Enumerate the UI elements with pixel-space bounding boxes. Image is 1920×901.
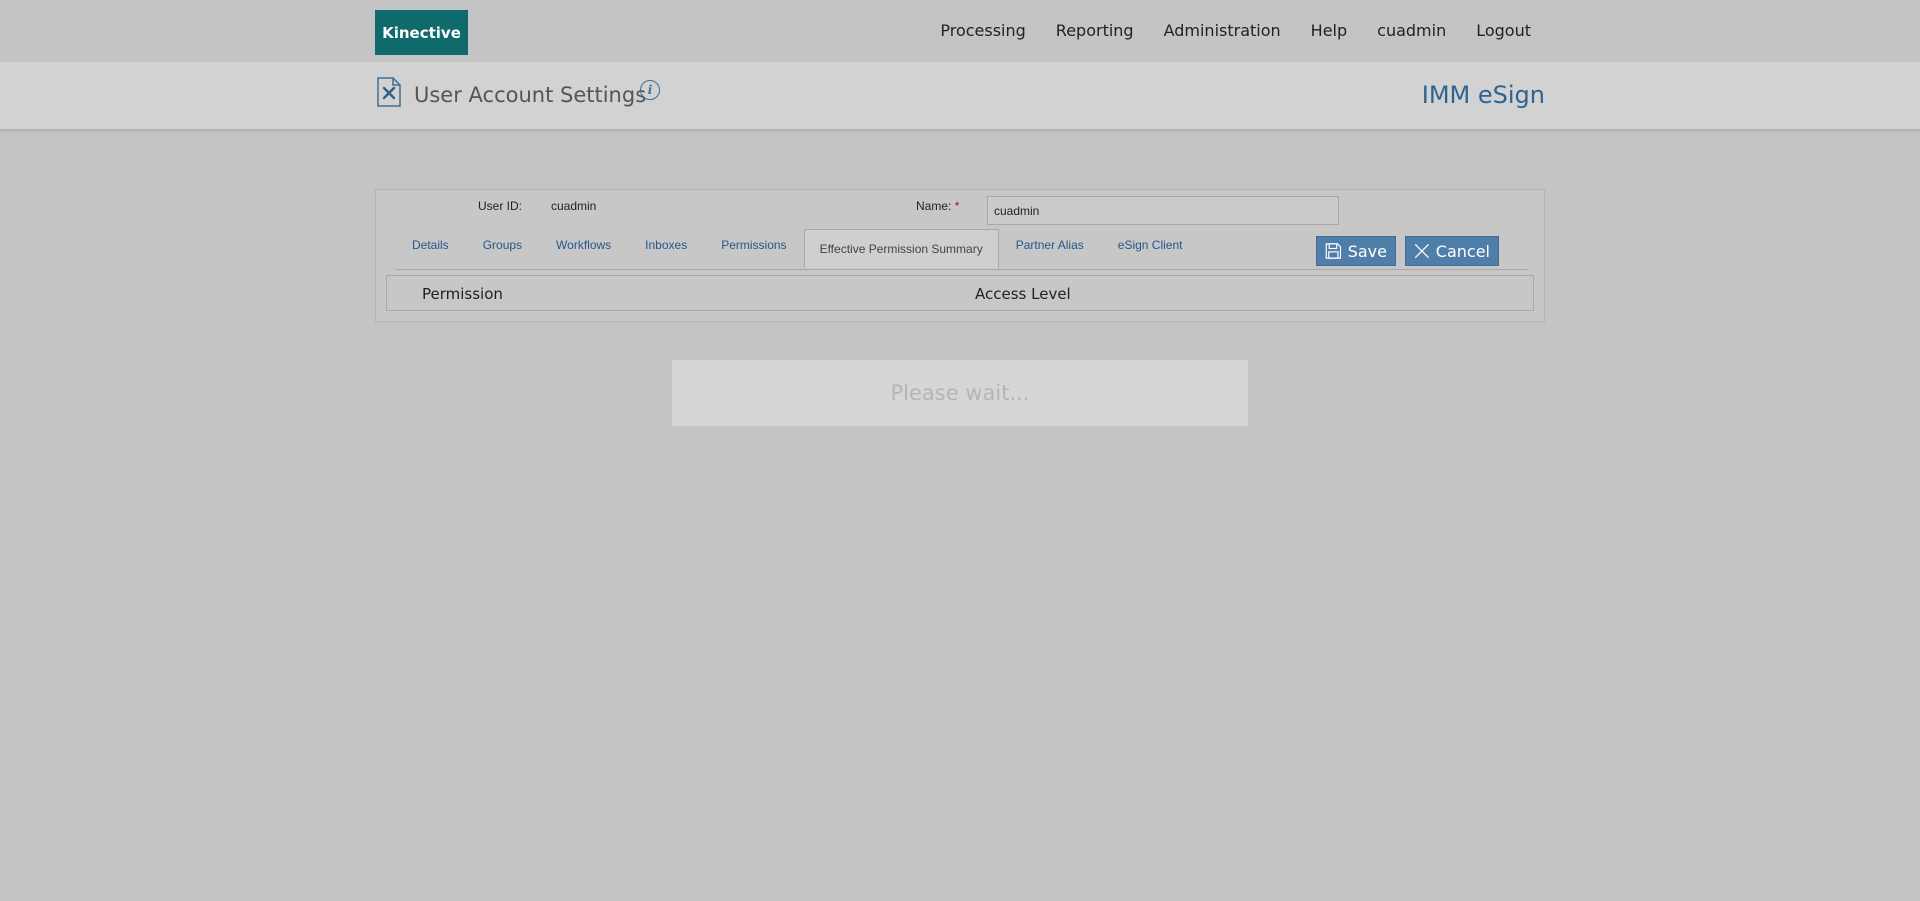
save-icon xyxy=(1325,243,1342,259)
nav-help[interactable]: Help xyxy=(1311,21,1347,40)
user-settings-panel: User ID: cuadmin Name: * Details Groups … xyxy=(375,189,1545,322)
column-access-level[interactable]: Access Level xyxy=(975,285,1071,303)
tab-divider xyxy=(395,269,1528,270)
cancel-button-label: Cancel xyxy=(1435,241,1490,261)
tab-inboxes[interactable]: Inboxes xyxy=(628,230,704,260)
loading-message: Please wait... xyxy=(672,360,1248,426)
cancel-button[interactable]: Cancel xyxy=(1405,236,1499,266)
product-name: IMM eSign xyxy=(1421,81,1545,109)
required-marker: * xyxy=(954,199,960,213)
info-icon[interactable]: i xyxy=(640,80,660,100)
nav-processing[interactable]: Processing xyxy=(940,21,1025,40)
top-navigation-bar: Kinective Processing Reporting Administr… xyxy=(0,0,1920,62)
tab-effective-permission-summary[interactable]: Effective Permission Summary xyxy=(803,229,999,268)
user-id-value: cuadmin xyxy=(551,199,597,213)
tab-partner-alias[interactable]: Partner Alias xyxy=(999,230,1101,260)
tab-details[interactable]: Details xyxy=(395,230,466,260)
main-nav: Processing Reporting Administration Help… xyxy=(910,21,1531,40)
page-header: User Account Settings i IMM eSign xyxy=(0,62,1920,129)
tab-groups[interactable]: Groups xyxy=(466,230,539,260)
settings-document-icon xyxy=(377,77,401,107)
column-permission[interactable]: Permission xyxy=(422,285,503,303)
settings-tabs: Details Groups Workflows Inboxes Permiss… xyxy=(395,229,1200,268)
nav-logout[interactable]: Logout xyxy=(1476,21,1531,40)
tab-permissions[interactable]: Permissions xyxy=(704,230,803,260)
close-icon xyxy=(1414,244,1429,258)
nav-reporting[interactable]: Reporting xyxy=(1056,21,1134,40)
name-label-text: Name: xyxy=(916,199,952,213)
tab-workflows[interactable]: Workflows xyxy=(539,230,628,260)
nav-administration[interactable]: Administration xyxy=(1164,21,1281,40)
nav-user-account[interactable]: cuadmin xyxy=(1377,21,1446,40)
tab-esign-client[interactable]: eSign Client xyxy=(1101,230,1200,260)
kinective-logo[interactable]: Kinective xyxy=(375,10,468,55)
save-button[interactable]: Save xyxy=(1316,236,1396,266)
name-label: Name: * xyxy=(916,199,959,213)
save-button-label: Save xyxy=(1347,241,1387,261)
user-id-label: User ID: xyxy=(478,199,523,213)
name-field[interactable] xyxy=(987,196,1339,225)
permission-grid-header: Permission Access Level xyxy=(386,275,1534,311)
page-title: User Account Settings xyxy=(414,83,647,107)
